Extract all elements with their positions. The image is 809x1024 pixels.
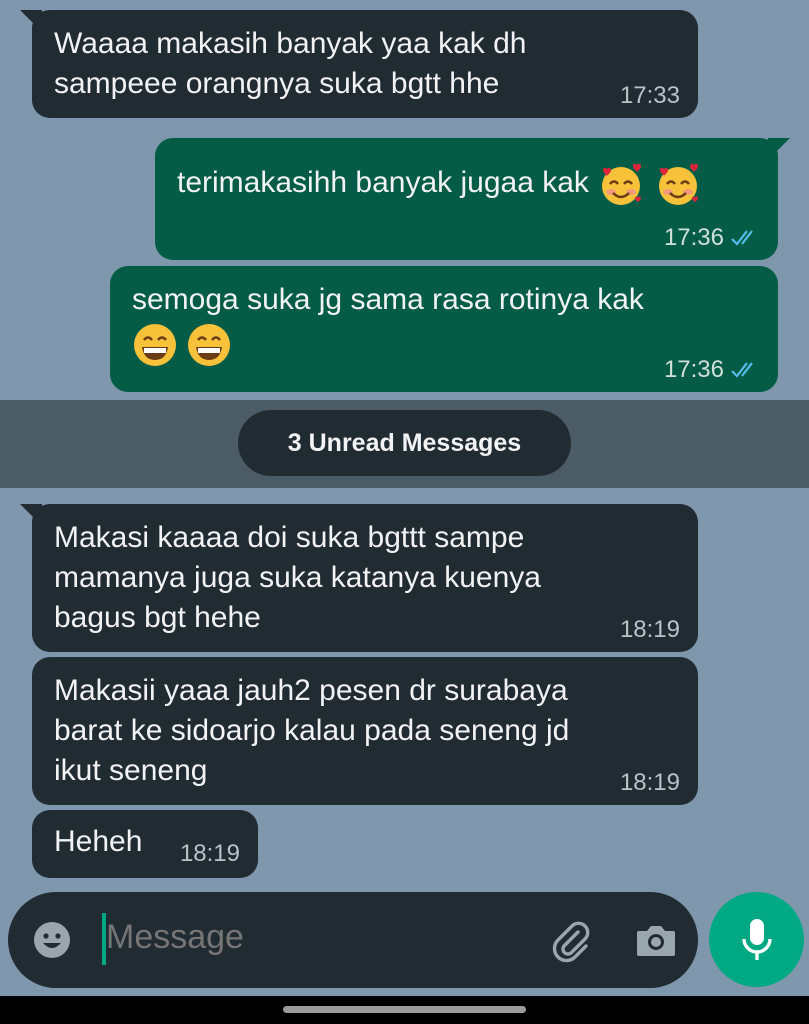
message-time: 18:19 (179, 840, 240, 867)
message-bubble-outgoing[interactable]: terimakasihh banyak jugaa kak 17:36 (155, 138, 790, 260)
message-text-line: Waaaa makasih banyak yaa kak dh (54, 27, 527, 60)
unread-messages-badge: 3 Unread Messages (238, 410, 571, 476)
message-bubble-incoming[interactable]: Makasi kaaaa doi suka bgttt sampe mamany… (20, 504, 698, 652)
message-text-line: mamanya juga suka katanya kuenya (54, 561, 541, 594)
message-text-line: ikut seneng (54, 754, 208, 787)
microphone-icon (741, 918, 772, 960)
paperclip-icon[interactable] (548, 918, 594, 964)
message-bubble-incoming[interactable]: Waaaa makasih banyak yaa kak dh sampeee … (20, 10, 698, 118)
message-input[interactable] (106, 918, 526, 957)
double-check-icon (731, 362, 753, 378)
smiling-face-with-hearts-icon (658, 163, 698, 205)
smiley-icon[interactable] (32, 920, 72, 960)
message-time: 18:19 (619, 769, 680, 796)
message-text-line: sampeee orangnya suka bgtt hhe (54, 67, 500, 100)
double-check-icon (731, 230, 753, 246)
message-composer[interactable] (8, 892, 698, 988)
camera-icon[interactable] (635, 920, 677, 960)
grinning-face-icon (134, 324, 176, 366)
message-text-line: Makasii yaaa jauh2 pesen dr surabaya (54, 674, 568, 707)
smiling-face-with-hearts-icon (602, 163, 642, 205)
message-bubble-outgoing[interactable]: semoga suka jg sama rasa rotinya kak 17:… (110, 266, 778, 392)
message-time: 18:19 (619, 616, 680, 643)
message-time: 17:36 (664, 358, 760, 382)
message-time: 17:36 (664, 226, 760, 250)
message-text-line: bagus bgt hehe (54, 601, 261, 634)
grinning-face-icon (188, 324, 231, 366)
message-bubble-incoming[interactable]: Heheh 18:19 (32, 810, 258, 878)
message-text-line: Makasi kaaaa doi suka bgttt sampe (54, 521, 525, 554)
home-gesture-handle[interactable] (283, 1006, 526, 1013)
message-text-line: semoga suka jg sama rasa rotinya kak (132, 283, 644, 316)
message-text: terimakasihh banyak jugaa kak (177, 160, 756, 208)
message-bubble-incoming[interactable]: Makasii yaaa jauh2 pesen dr surabaya bar… (32, 657, 698, 805)
message-text-line: barat ke sidoarjo kalau pada seneng jd (54, 714, 570, 747)
message-time: 17:33 (619, 82, 680, 109)
message-emojis (132, 322, 756, 368)
voice-record-button[interactable] (709, 892, 804, 987)
